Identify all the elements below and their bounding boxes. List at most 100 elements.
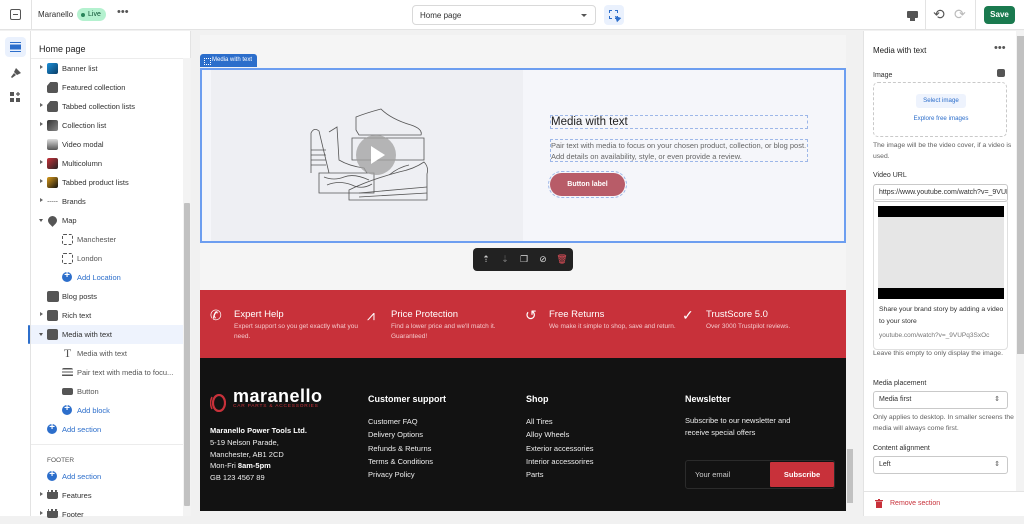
canvas-scrollbar[interactable] [846, 31, 854, 516]
expand-icon[interactable] [40, 511, 43, 515]
play-icon[interactable] [356, 135, 396, 175]
move-up-icon[interactable]: ⇡ [480, 253, 492, 265]
page-selector[interactable]: Home page [412, 5, 596, 25]
section-item-video-modal[interactable]: Video modal [31, 135, 183, 154]
section-item-map[interactable]: Map [31, 211, 183, 230]
settings-scrollbar[interactable] [1016, 31, 1024, 491]
section-item-brands[interactable]: Brands [31, 192, 183, 211]
media-button[interactable]: Button label [548, 171, 627, 198]
newsletter-email-input[interactable]: Your email Subscribe [685, 460, 835, 489]
block-item-london[interactable]: London [31, 249, 183, 268]
footer-add-section-button[interactable]: Add section [31, 467, 183, 486]
content-alignment-select[interactable]: Left ⇕ [873, 456, 1008, 474]
section-item-banner-list[interactable]: Banner list [31, 59, 183, 78]
duplicate-icon[interactable]: ❐ [518, 253, 530, 265]
section-label: Collection list [62, 121, 107, 130]
video-thumbnail-icon [47, 139, 58, 150]
hide-icon[interactable]: ⊘ [537, 253, 549, 265]
add-section-button[interactable]: Add section [31, 420, 183, 439]
sidebar-scrollbar[interactable] [183, 58, 191, 516]
collapse-icon[interactable] [39, 219, 43, 222]
footer-link[interactable]: Alloy Wheels [526, 428, 594, 441]
footer-group-header: FOOTER [31, 445, 183, 467]
expand-icon[interactable] [40, 122, 43, 126]
section-item-rich-text[interactable]: Rich text [31, 306, 183, 325]
video-media[interactable] [211, 70, 523, 241]
footer-link[interactable]: Terms & Conditions [368, 455, 446, 468]
selected-section-tag[interactable]: Media with text [200, 54, 258, 67]
scrollbar-thumb[interactable] [1017, 36, 1024, 354]
redo-icon[interactable]: ⟳ [954, 6, 966, 23]
section-item-featured-collection[interactable]: Featured collection [31, 78, 183, 97]
undo-icon[interactable]: ⟲ [933, 6, 945, 23]
media-placement-select[interactable]: Media first ⇕ [873, 391, 1008, 409]
exit-icon[interactable] [10, 9, 21, 20]
save-button[interactable]: Save [984, 6, 1015, 24]
section-item-collection-list[interactable]: Collection list [31, 116, 183, 135]
dynamic-source-icon[interactable] [997, 69, 1005, 77]
media-heading[interactable]: Media with text [550, 115, 808, 129]
phone-icon: ✆ [210, 307, 222, 323]
move-down-icon[interactable]: ⇣ [499, 253, 511, 265]
subscribe-button[interactable]: Subscribe [770, 462, 834, 487]
storefront-preview: Media with text Media with text Pair tex… [200, 35, 846, 511]
expand-icon[interactable] [40, 198, 43, 202]
inspector-toggle-button[interactable] [604, 5, 624, 25]
section-item-tabbed-product-lists[interactable]: Tabbed product lists [31, 173, 183, 192]
select-arrows-icon: ⇕ [994, 396, 1000, 403]
collapse-icon[interactable] [39, 333, 43, 336]
delete-icon[interactable]: 🗑 [556, 253, 568, 265]
expand-icon[interactable] [40, 312, 43, 316]
footer-link[interactable]: Interior accessorires [526, 455, 594, 468]
footer-link[interactable]: Exterior accessories [526, 442, 594, 455]
settings-more-button[interactable]: ••• [994, 42, 1006, 54]
app-embeds-tab[interactable] [5, 87, 26, 107]
expand-icon[interactable] [40, 179, 43, 183]
sections-tab[interactable] [5, 37, 26, 57]
scrollbar-thumb[interactable] [847, 449, 853, 503]
block-item-heading[interactable]: T Media with text [31, 344, 183, 363]
expand-icon[interactable] [40, 65, 43, 69]
paragraph-icon [62, 368, 73, 377]
block-label: Media with text [77, 349, 128, 358]
expand-icon[interactable] [40, 160, 43, 164]
block-item-manchester[interactable]: Manchester [31, 230, 183, 249]
hours-value: 8am-5pm [237, 461, 271, 471]
media-with-text-section[interactable]: Media with text Pair text with media to … [200, 68, 846, 243]
paintbrush-icon [11, 68, 21, 78]
scrollbar-thumb[interactable] [184, 203, 190, 506]
top-bar: Maranello Live ••• Home page ⟲ ⟳ Save [0, 0, 1024, 30]
explore-free-images-link[interactable]: Explore free images [874, 115, 1008, 122]
select-image-button[interactable]: Select image [916, 94, 966, 108]
remove-section-button[interactable]: Remove section [890, 500, 940, 507]
block-item-button[interactable]: Button [31, 382, 183, 401]
footer-section-icon [47, 490, 58, 499]
expand-icon[interactable] [40, 492, 43, 496]
desktop-preview-icon[interactable] [907, 11, 918, 21]
add-block-button[interactable]: Add block [31, 401, 183, 420]
video-help-text: Leave this empty to only display the ima… [873, 350, 1003, 357]
footer-link[interactable]: Delivery Options [368, 428, 446, 441]
media-text[interactable]: Pair text with media to focus on your ch… [550, 139, 808, 162]
expand-icon[interactable] [40, 103, 43, 107]
footer-link[interactable]: Customer FAQ [368, 415, 446, 428]
footer-link[interactable]: All Tires [526, 415, 594, 428]
block-item-text[interactable]: Pair text with media to focu... [31, 363, 183, 382]
footer-link[interactable]: Privacy Policy [368, 468, 446, 481]
trash-icon [875, 499, 883, 508]
add-circle-icon [47, 422, 57, 434]
add-location-button[interactable]: Add Location [31, 268, 183, 287]
video-url-label: Video URL [873, 172, 907, 179]
section-item-footer[interactable]: Footer [31, 505, 183, 524]
section-item-features[interactable]: Features [31, 486, 183, 505]
footer-link[interactable]: Parts [526, 468, 594, 481]
more-actions-button[interactable]: ••• [117, 6, 129, 18]
section-item-blog-posts[interactable]: Blog posts [31, 287, 183, 306]
company-address: Maranello Power Tools Ltd. 5-19 Nelson P… [210, 425, 307, 484]
preview-canvas: Media with text Media with text Pair tex… [192, 31, 862, 516]
section-item-media-with-text[interactable]: Media with text [28, 325, 183, 344]
section-item-tabbed-collection-lists[interactable]: Tabbed collection lists [31, 97, 183, 116]
section-item-multicolumn[interactable]: Multicolumn [31, 154, 183, 173]
theme-settings-tab[interactable] [5, 63, 26, 83]
footer-link[interactable]: Refunds & Returns [368, 442, 446, 455]
